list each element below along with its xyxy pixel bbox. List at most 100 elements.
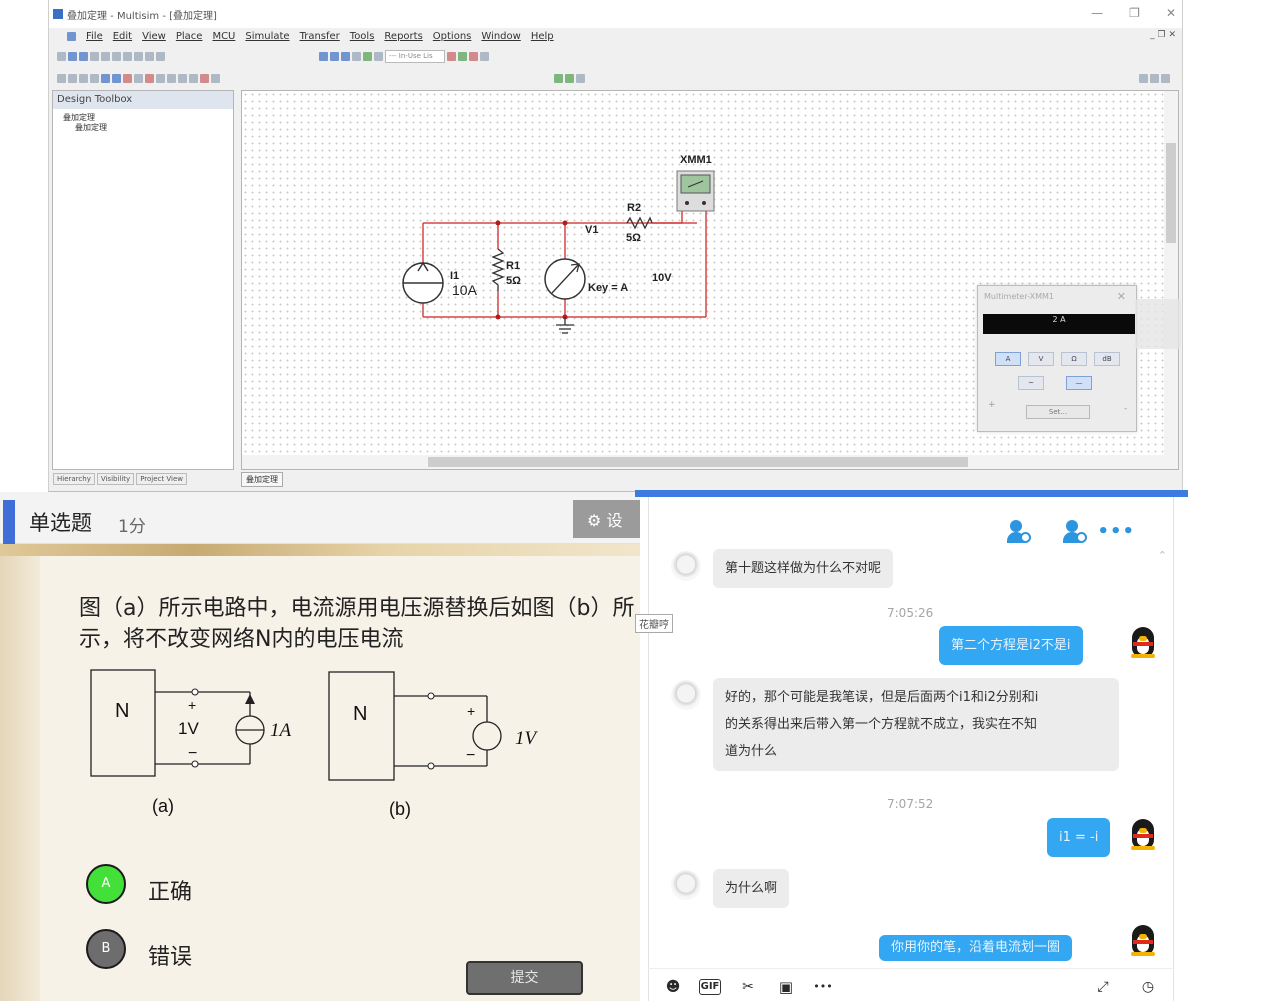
help-icon[interactable]	[480, 51, 489, 61]
tab-project-view[interactable]: Project View	[136, 473, 187, 485]
source-icon[interactable]	[57, 73, 66, 83]
zoom-in-icon[interactable]	[1139, 73, 1148, 83]
voltage-source-v1[interactable]	[544, 258, 586, 300]
run-icon[interactable]	[554, 73, 563, 83]
document-tab[interactable]: 叠加定理	[241, 472, 283, 487]
menu-help[interactable]: Help	[531, 31, 554, 42]
database-icon[interactable]	[341, 51, 350, 61]
vertical-scrollbar[interactable]	[1164, 91, 1178, 469]
user-avatar[interactable]	[1127, 819, 1157, 850]
basic-icon[interactable]	[68, 73, 77, 83]
pause-icon[interactable]	[565, 73, 574, 83]
misc-icon[interactable]	[167, 73, 176, 83]
floating-grid-icon[interactable]	[1135, 299, 1181, 349]
forward-annotate-icon[interactable]	[469, 51, 478, 61]
mode-ammeter-button[interactable]: A	[995, 352, 1021, 366]
expand-icon[interactable]: ⤢	[1093, 977, 1113, 997]
option-b-radio[interactable]: B	[86, 929, 126, 969]
contact-avatar[interactable]	[671, 551, 701, 581]
diode-icon[interactable]	[79, 73, 88, 83]
menu-place[interactable]: Place	[176, 31, 203, 42]
print-preview-icon[interactable]	[101, 51, 110, 61]
paste-icon[interactable]	[134, 51, 143, 61]
user-avatar[interactable]	[1127, 925, 1157, 956]
collapse-icon[interactable]: ⌃	[1158, 549, 1167, 562]
mcu-icon[interactable]	[134, 73, 143, 83]
redo-icon[interactable]	[156, 51, 165, 61]
indicator-icon[interactable]	[145, 73, 154, 83]
print-icon[interactable]	[90, 51, 99, 61]
analog-icon[interactable]	[101, 73, 110, 83]
postprocessor-icon[interactable]	[374, 51, 383, 61]
tree-root-item[interactable]: 叠加定理	[63, 113, 223, 123]
dc-button[interactable]: —	[1066, 376, 1092, 390]
place-probe-icon[interactable]	[200, 73, 209, 83]
save-icon[interactable]	[79, 51, 88, 61]
cut-icon[interactable]	[112, 51, 121, 61]
resistor-r1[interactable]	[491, 248, 505, 291]
menu-transfer[interactable]: Transfer	[300, 31, 340, 42]
ac-button[interactable]: ~	[1018, 376, 1044, 390]
erc-icon[interactable]	[447, 51, 456, 61]
multimeter-instrument[interactable]	[676, 170, 715, 212]
option-b-label[interactable]: 错误	[148, 939, 192, 971]
menu-view[interactable]: View	[142, 31, 166, 42]
plus-terminal[interactable]: +	[988, 400, 996, 410]
stop-icon[interactable]	[576, 73, 585, 83]
grapher-icon[interactable]	[363, 51, 372, 61]
tab-visibility[interactable]: Visibility	[96, 473, 135, 485]
undo-icon[interactable]	[145, 51, 154, 61]
contact-avatar[interactable]	[671, 680, 701, 710]
menu-tools[interactable]: Tools	[350, 31, 375, 42]
tab-hierarchy[interactable]: Hierarchy	[53, 473, 95, 485]
menu-file[interactable]: File	[86, 31, 103, 42]
more-options-icon[interactable]: •••	[1097, 521, 1135, 542]
back-annotate-icon[interactable]	[458, 51, 467, 61]
submit-button[interactable]: 提交	[466, 961, 583, 995]
menu-reports[interactable]: Reports	[384, 31, 422, 42]
multimeter-close-icon[interactable]: ✕	[1117, 290, 1126, 303]
settings-button[interactable]: ⚙ 设	[573, 500, 640, 538]
zoom-out-icon[interactable]	[1150, 73, 1159, 83]
electromechanical-icon[interactable]	[189, 73, 198, 83]
cmos-icon[interactable]	[123, 73, 132, 83]
menu-mcu[interactable]: MCU	[212, 31, 235, 42]
option-a-label[interactable]: 正确	[148, 874, 192, 906]
maximize-button[interactable]: ❐	[1129, 6, 1140, 20]
ttl-icon[interactable]	[112, 73, 121, 83]
image-icon[interactable]: ▣	[776, 977, 796, 997]
gif-icon[interactable]: GIF	[699, 979, 721, 995]
zoom-fit-icon[interactable]	[1161, 73, 1170, 83]
menu-window[interactable]: Window	[481, 31, 520, 42]
emoji-icon[interactable]: ☻	[663, 977, 683, 997]
contact-avatar[interactable]	[671, 870, 701, 900]
mode-ohmmeter-button[interactable]: Ω	[1061, 352, 1087, 366]
history-icon[interactable]: ◷	[1138, 977, 1158, 997]
mode-voltmeter-button[interactable]: V	[1028, 352, 1054, 366]
horizontal-scrollbar[interactable]	[242, 455, 1178, 469]
toolbox-toggle-icon[interactable]	[319, 51, 328, 61]
add-friend-icon[interactable]	[1007, 520, 1033, 546]
component-icon[interactable]	[352, 51, 361, 61]
close-button[interactable]: ✕	[1166, 6, 1176, 20]
open-icon[interactable]	[68, 51, 77, 61]
bus-icon[interactable]	[211, 73, 220, 83]
scissors-icon[interactable]: ✂	[738, 977, 758, 997]
new-icon[interactable]	[57, 51, 66, 61]
tree-child-item[interactable]: 叠加定理	[63, 123, 223, 133]
menu-simulate[interactable]: Simulate	[245, 31, 289, 42]
mode-db-button[interactable]: dB	[1094, 352, 1120, 366]
minus-terminal[interactable]: -	[1124, 404, 1127, 414]
set-button[interactable]: Set...	[1026, 405, 1090, 419]
contact-info-icon[interactable]	[1063, 520, 1089, 546]
copy-icon[interactable]	[123, 51, 132, 61]
user-avatar[interactable]	[1127, 627, 1157, 658]
menu-edit[interactable]: Edit	[113, 31, 132, 42]
current-source-i1[interactable]	[402, 261, 444, 304]
schematic-workspace[interactable]: I1 10A R1 5Ω V1 Key = A R2 5Ω 10V XMM1 M…	[241, 90, 1179, 470]
power-icon[interactable]	[156, 73, 165, 83]
in-use-list-select[interactable]: --- In-Use Lis	[385, 49, 445, 63]
spreadsheet-icon[interactable]	[330, 51, 339, 61]
minimize-button[interactable]: —	[1091, 6, 1103, 20]
option-a-radio[interactable]: A	[86, 864, 126, 904]
